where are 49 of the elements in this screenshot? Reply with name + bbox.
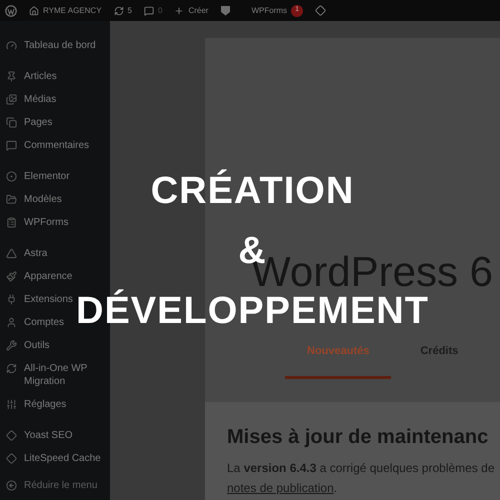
site-name-link[interactable]: RYME AGENCY xyxy=(43,4,102,16)
sidebar-item[interactable]: Articles xyxy=(0,65,110,88)
comment-icon xyxy=(6,140,17,151)
sidebar-item[interactable]: Elementor xyxy=(0,165,110,188)
pages-icon xyxy=(6,117,17,128)
sidebar-item[interactable]: Réglages xyxy=(0,393,110,416)
wpforms-link[interactable]: WPForms xyxy=(251,4,288,16)
collapse-menu-button[interactable]: Réduire le menu xyxy=(0,478,110,493)
wordpress-logo-icon[interactable] xyxy=(5,4,17,16)
section-title: Mises à jour de maintenanc xyxy=(227,424,488,450)
home-icon[interactable] xyxy=(29,6,39,16)
triangle-icon xyxy=(6,248,17,259)
sidebar-item[interactable]: Apparence xyxy=(0,265,110,288)
sidebar-item[interactable]: Astra xyxy=(0,242,110,265)
paragraph: La version 6.4.3 a corrigé quelques problèmes de xyxy=(227,460,495,476)
images-icon xyxy=(6,94,17,105)
sidebar-item[interactable]: Commentaires xyxy=(0,134,110,157)
sidebar-item[interactable]: WPForms xyxy=(0,211,110,234)
release-notes-link[interactable]: notes de publication xyxy=(227,478,334,498)
pin-icon xyxy=(6,71,17,82)
new-link[interactable]: Créer xyxy=(188,4,208,16)
sidebar-item[interactable]: Pages xyxy=(0,111,110,134)
circle-icon xyxy=(6,171,17,182)
plus-icon[interactable] xyxy=(174,6,184,16)
plug-icon xyxy=(6,294,17,305)
punctuation: . xyxy=(334,480,338,496)
diamond-icon xyxy=(6,453,17,464)
form-icon xyxy=(6,217,17,228)
sidebar-item[interactable]: All-in-One WP Migration xyxy=(0,357,110,393)
folder-icon xyxy=(6,194,17,205)
sidebar-item[interactable]: Médias xyxy=(0,88,110,111)
gauge-icon xyxy=(6,40,17,51)
sidebar-item[interactable]: LiteSpeed Cache xyxy=(0,447,110,470)
refresh-icon xyxy=(6,363,17,374)
wrench-icon xyxy=(6,340,17,351)
sidebar-item[interactable]: Tableau de bord xyxy=(0,34,110,57)
headline-line: CRÉATION xyxy=(150,170,354,212)
sidebar-item[interactable]: Yoast SEO xyxy=(0,424,110,447)
brush-icon xyxy=(6,271,17,282)
comment-icon[interactable] xyxy=(144,6,154,16)
headline-line: DÉVELOPPEMENT xyxy=(76,290,429,332)
collapse-icon xyxy=(6,480,17,491)
sidebar-item[interactable]: Modèles xyxy=(0,188,110,211)
diamond-icon[interactable] xyxy=(315,5,326,16)
user-icon xyxy=(6,317,17,328)
sliders-icon xyxy=(6,399,17,410)
sidebar-item[interactable]: Outils xyxy=(0,334,110,357)
updates-count[interactable]: 5 xyxy=(128,4,132,16)
refresh-icon[interactable] xyxy=(114,6,124,16)
